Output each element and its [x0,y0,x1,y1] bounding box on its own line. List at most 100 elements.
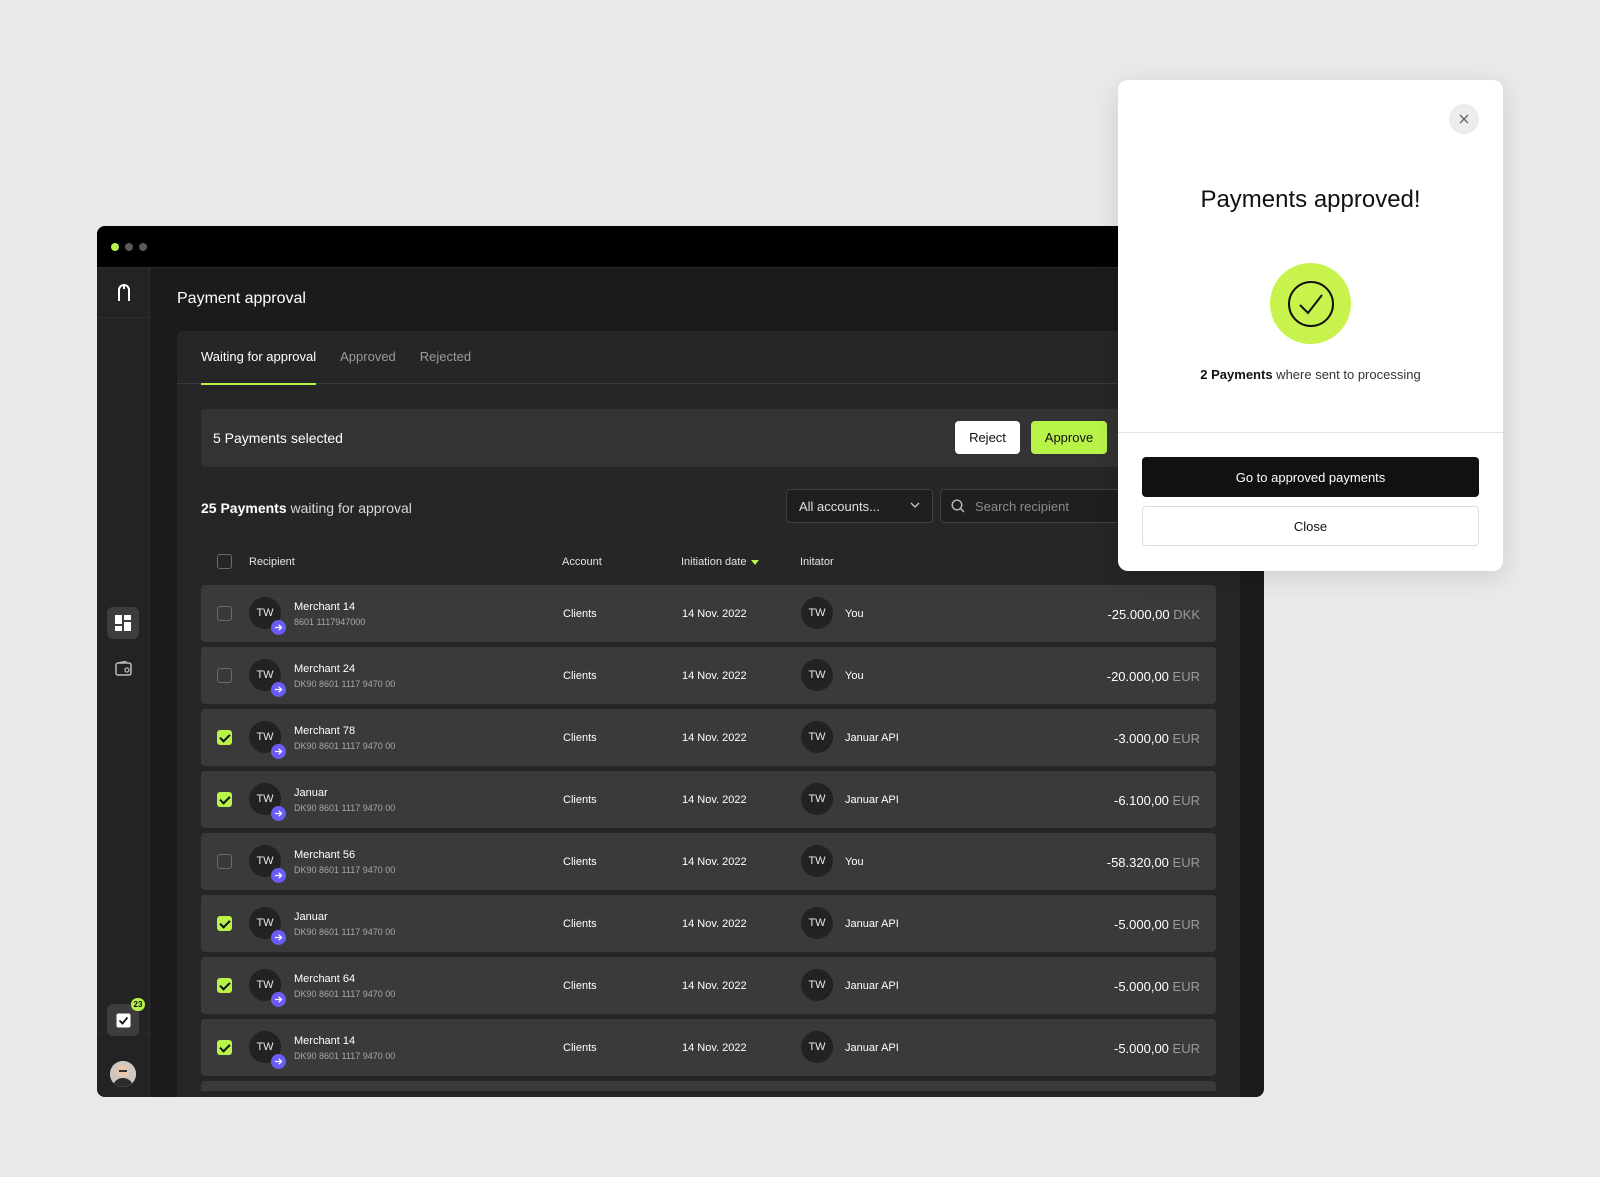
modal-message: 2 Payments where sent to processing [1118,367,1503,382]
initiator-avatar: TW [801,783,833,815]
go-to-approved-payments-button[interactable]: Go to approved payments [1142,457,1479,497]
amount-value: -20.000,00 [1106,669,1169,684]
amount-value: -6.100,00 [1113,793,1169,808]
arrow-right-icon [271,744,286,759]
accounts-dropdown[interactable]: All accounts... [786,489,933,523]
amount-cell: -6.100,00 EUR [1114,793,1200,808]
table-row[interactable]: TW Merchant 78 DK90 8601 1117 9470 00 Clien… [201,709,1216,766]
account-cell: Clients [563,918,597,930]
window-dot-active [111,242,119,251]
window-dot [139,242,147,251]
table-row[interactable]: TW Merchant 24 DK90 8601 1117 9470 00 Clien… [201,647,1216,704]
initiator-cell: Januar API [845,918,899,930]
amount-cell: -58.320,00 EUR [1107,855,1200,870]
payments-waiting-count: 25 Payments waiting for approval [201,500,412,516]
amount-value: -3.000,00 [1113,731,1169,746]
amount-cell: -3.000,00 EUR [1114,731,1200,746]
initiator-avatar: TW [801,659,833,691]
window-dot [125,242,133,251]
dashboard-icon[interactable] [107,607,139,639]
initiation-date-cell: 14 Nov. 2022 [682,732,747,744]
search-input[interactable] [975,498,1125,514]
arrow-right-icon [271,1054,286,1069]
amount-currency: EUR [1172,855,1200,870]
recipient-name: Merchant 64 [294,973,356,985]
selection-bar: 5 Payments selected Reject Approve [201,409,1216,467]
table-row[interactable]: TW Januar DK90 8601 1117 9470 00 Clients 14 … [201,895,1216,952]
page-title: Payment approval [177,290,306,307]
modal-title: Payments approved! [1200,186,1421,213]
recipient-name: Merchant 24 [294,663,356,675]
header-recipient[interactable]: Recipient [249,556,295,568]
initiator-cell: Januar API [845,1042,899,1054]
sidebar: 23 [97,268,150,1097]
select-all-checkbox[interactable] [217,554,232,569]
tab-waiting-for-approval[interactable]: Waiting for approval [201,331,317,385]
row-checkbox[interactable] [217,606,232,621]
header-initiation-date-label: Initiation date [681,556,747,568]
initiator-avatar: TW [801,907,833,939]
close-icon[interactable] [1449,104,1479,134]
table-row[interactable]: TW Merchant 14 8601 1117947000 Clients 14 No… [201,585,1216,642]
sort-desc-icon [751,559,760,565]
initiation-date-cell: 14 Nov. 2022 [682,794,747,806]
row-checkbox[interactable] [217,668,232,683]
arrow-right-icon [271,620,286,635]
row-checkbox[interactable] [217,978,232,993]
header-initiation-date[interactable]: Initiation date [681,556,760,568]
amount-cell: -25.000,00 DKK [1107,607,1200,622]
window-titlebar [97,226,1264,268]
logo-icon[interactable] [97,268,150,318]
initiation-date-cell: 14 Nov. 2022 [682,918,747,930]
initiator-avatar: TW [801,721,833,753]
tab-approved[interactable]: Approved [340,331,396,384]
row-checkbox[interactable] [217,916,232,931]
notification-badge: 23 [131,998,145,1011]
account-cell: Clients [563,794,597,806]
table-row[interactable]: TW Januar DK90 8601 1117 9470 00 Clients 14 … [201,771,1216,828]
initiator-cell: Januar API [845,794,899,806]
arrow-right-icon [271,868,286,883]
amount-value: -58.320,00 [1106,855,1169,870]
row-checkbox[interactable] [217,854,232,869]
row-checkbox[interactable] [217,730,232,745]
tab-rejected[interactable]: Rejected [420,331,471,384]
row-checkbox[interactable] [217,1040,232,1055]
amount-currency: EUR [1172,731,1200,746]
tasks-icon[interactable]: 23 [107,998,145,1036]
modal-message-bold: 2 Payments [1200,367,1273,382]
amount-currency: EUR [1172,669,1200,684]
header-account[interactable]: Account [562,556,602,568]
recipient-account-number: DK90 8601 1117 9470 00 [294,679,396,689]
amount-cell: -20.000,00 EUR [1107,669,1200,684]
account-cell: Clients [563,732,597,744]
initiation-date-cell: 14 Nov. 2022 [682,670,747,682]
account-cell: Clients [563,608,597,620]
modal-message-text: where sent to processing [1272,367,1421,382]
recipient-name: Merchant 78 [294,725,356,737]
payments-table-body: TW Merchant 14 8601 1117947000 Clients 14 No… [201,585,1216,1091]
amount-value: -5.000,00 [1113,1041,1169,1056]
amount-currency: DKK [1173,607,1200,622]
wallet-icon[interactable] [107,652,139,684]
approve-button[interactable]: Approve [1031,421,1107,454]
amount-cell: -5.000,00 EUR [1114,979,1200,994]
recipient-account-number: DK90 8601 1117 9470 00 [294,865,396,875]
arrow-right-icon [271,992,286,1007]
initiator-cell: You [845,856,864,868]
amount-value: -5.000,00 [1113,917,1169,932]
amount-currency: EUR [1172,979,1200,994]
table-row[interactable]: TW Merchant 56 DK90 8601 1117 9470 00 Clien… [201,833,1216,890]
tab-bar: Waiting for approval Approved Rejected [177,331,1240,385]
user-avatar[interactable] [110,1061,136,1087]
reject-button[interactable]: Reject [955,421,1020,454]
initiation-date-cell: 14 Nov. 2022 [682,980,747,992]
close-button[interactable]: Close [1142,506,1479,546]
accounts-dropdown-value: All accounts... [799,498,880,514]
recipient-account-number: DK90 8601 1117 9470 00 [294,989,396,999]
table-row[interactable] [201,1081,1216,1091]
row-checkbox[interactable] [217,792,232,807]
table-row[interactable]: TW Merchant 14 DK90 8601 1117 9470 00 Clien… [201,1019,1216,1076]
header-initiator[interactable]: Initator [800,556,834,568]
table-row[interactable]: TW Merchant 64 DK90 8601 1117 9470 00 Clien… [201,957,1216,1014]
